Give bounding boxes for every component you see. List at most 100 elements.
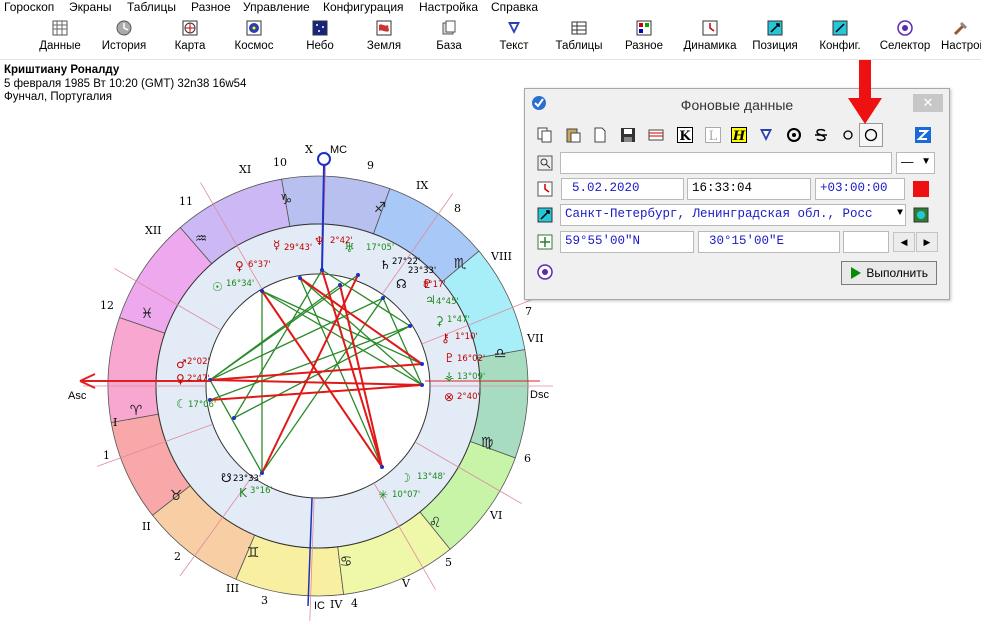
selector-icon[interactable] xyxy=(537,264,553,280)
history-icon xyxy=(116,20,132,36)
timezone-field[interactable]: +03:00:00 xyxy=(815,178,905,200)
menu-misc[interactable]: Разное xyxy=(189,0,231,16)
save-icon[interactable] xyxy=(620,127,636,143)
calendar-clock-icon[interactable] xyxy=(537,181,553,197)
red-arrow-indicator xyxy=(848,60,882,124)
toolbar-selector-button[interactable]: Селектор xyxy=(876,17,934,59)
degree-label: 2°47' xyxy=(187,374,210,384)
place-field[interactable]: Санкт-Петербург, Ленинградская обл., Рос… xyxy=(560,204,906,226)
color-swatch[interactable] xyxy=(913,181,929,197)
pisces-icon: ♓ xyxy=(141,306,154,322)
strike-icon[interactable] xyxy=(813,127,829,143)
house-10-label: 10 xyxy=(273,156,287,169)
degree-label: 1°47' xyxy=(447,315,470,325)
scroll-left-button[interactable]: ◀ xyxy=(893,232,915,252)
toolbar-config-button[interactable]: Конфиг. xyxy=(812,17,868,59)
grid-icon[interactable] xyxy=(648,127,664,143)
scorpio-icon: ♏ xyxy=(454,256,467,272)
degree-label: 16°34' xyxy=(226,279,254,289)
lilith-icon: K xyxy=(239,486,248,500)
search-person-icon[interactable] xyxy=(537,155,553,171)
tables-icon xyxy=(571,21,587,35)
date-field[interactable]: 5.02.2020 xyxy=(561,178,684,200)
house-3-label: 3 xyxy=(261,594,268,607)
planet-point xyxy=(381,296,385,300)
execute-button[interactable]: Выполнить xyxy=(841,261,937,285)
cosmos-icon xyxy=(246,20,262,36)
house-XII-label: XII xyxy=(145,224,162,237)
h-letter-icon[interactable]: H xyxy=(731,127,747,143)
toolbar-position-button[interactable]: Позиция xyxy=(747,17,803,59)
toolbar-database-button[interactable]: База xyxy=(421,17,477,59)
mode-select[interactable]: — ▼ xyxy=(896,152,935,174)
database-icon xyxy=(442,20,456,35)
ring-icon[interactable] xyxy=(786,127,802,143)
menu-screens[interactable]: Экраны xyxy=(67,0,111,16)
house-I-label: I xyxy=(113,416,117,429)
house-5-label: 5 xyxy=(445,556,452,569)
house-9-label: 9 xyxy=(367,159,374,172)
text-icon[interactable] xyxy=(758,127,774,143)
house-III-label: III xyxy=(226,582,239,595)
new-document-icon[interactable] xyxy=(592,127,608,143)
toolbar-text-button[interactable]: Текст xyxy=(486,17,542,59)
toolbar-sky-button[interactable]: Небо xyxy=(290,17,350,59)
toolbar-tables-button[interactable]: Таблицы xyxy=(551,17,607,59)
l-letter-icon[interactable]: L xyxy=(705,127,721,143)
toolbar-settings-button[interactable]: Настрой xyxy=(938,17,981,59)
menu-control[interactable]: Управление xyxy=(241,0,310,16)
menu-horoscope[interactable]: Гороскоп xyxy=(2,0,54,16)
coordinates-icon[interactable] xyxy=(537,234,553,250)
location-icon[interactable] xyxy=(537,207,553,223)
toolbar-data-button[interactable]: Данные xyxy=(32,17,88,59)
longitude-field[interactable]: 30°15'00"E xyxy=(698,231,840,253)
copy-icon[interactable] xyxy=(537,127,553,143)
house-VII-label: VII xyxy=(526,332,544,345)
house-11-label: 11 xyxy=(179,195,193,208)
natal-chart-wheel[interactable]: MC IC Asc Dsc 1 2 3 4 5 6 7 8 9 10 11 12… xyxy=(0,130,560,630)
degree-label: 23°33' xyxy=(233,474,261,484)
dialog-titlebar[interactable]: Фоновые данные ✕ xyxy=(525,89,949,117)
z-icon[interactable] xyxy=(915,127,931,143)
close-button[interactable]: ✕ xyxy=(913,94,943,112)
toolbar-dynamics-button[interactable]: Динамика xyxy=(679,17,741,59)
toolbar-history-button[interactable]: История xyxy=(96,17,152,59)
house-8-label: 8 xyxy=(454,202,461,215)
libra-icon: ♎ xyxy=(494,346,507,362)
capricorn-icon: ♑ xyxy=(280,192,293,208)
small-circle-icon[interactable] xyxy=(840,127,856,143)
gemini-icon: ♊ xyxy=(247,545,260,561)
toolbar-misc-button[interactable]: Разное xyxy=(616,17,672,59)
menu-tables[interactable]: Таблицы xyxy=(125,0,176,16)
globe-icon[interactable] xyxy=(913,207,929,223)
toolbar-map-button[interactable]: Карта xyxy=(162,17,218,59)
menu-help[interactable]: Справка xyxy=(489,0,538,16)
saturn-icon: ♄ xyxy=(380,258,391,272)
paste-icon[interactable] xyxy=(565,127,581,143)
toolbar-earth-button[interactable]: Земля xyxy=(355,17,413,59)
position-icon xyxy=(767,20,783,36)
planet-point xyxy=(356,273,360,277)
chart-subject-info: Криштиану Роналду 5 февраля 1985 Вт 10:2… xyxy=(4,64,246,105)
scroll-right-button[interactable]: ▶ xyxy=(916,232,938,252)
main-toolbar: Данные История Карта Космос Небо Земля Б… xyxy=(0,17,981,60)
search-input[interactable] xyxy=(560,152,892,174)
config-icon xyxy=(832,20,848,36)
house-IX-label: IX xyxy=(416,179,428,192)
circle-option-button[interactable] xyxy=(859,123,883,147)
latitude-field[interactable]: 59°55'00"N xyxy=(560,231,694,253)
house-1-label: 1 xyxy=(103,449,110,462)
planet-point xyxy=(260,289,264,293)
toolbar-cosmos-button[interactable]: Космос xyxy=(226,17,282,59)
subject-birth-place: Фунчал, Португалия xyxy=(4,91,112,103)
svg-text:K: K xyxy=(679,129,691,143)
altitude-field[interactable] xyxy=(843,231,889,253)
menu-configuration[interactable]: Конфигурация xyxy=(321,0,404,16)
house-VI-label: VI xyxy=(489,509,502,522)
house-2-label: 2 xyxy=(174,550,181,563)
time-field[interactable]: 16:33:04 xyxy=(687,178,811,200)
menu-settings[interactable]: Настройка xyxy=(417,0,478,16)
planet-point xyxy=(298,276,302,280)
house-VIII-label: VIII xyxy=(490,250,512,263)
k-letter-icon[interactable]: K xyxy=(677,127,693,143)
